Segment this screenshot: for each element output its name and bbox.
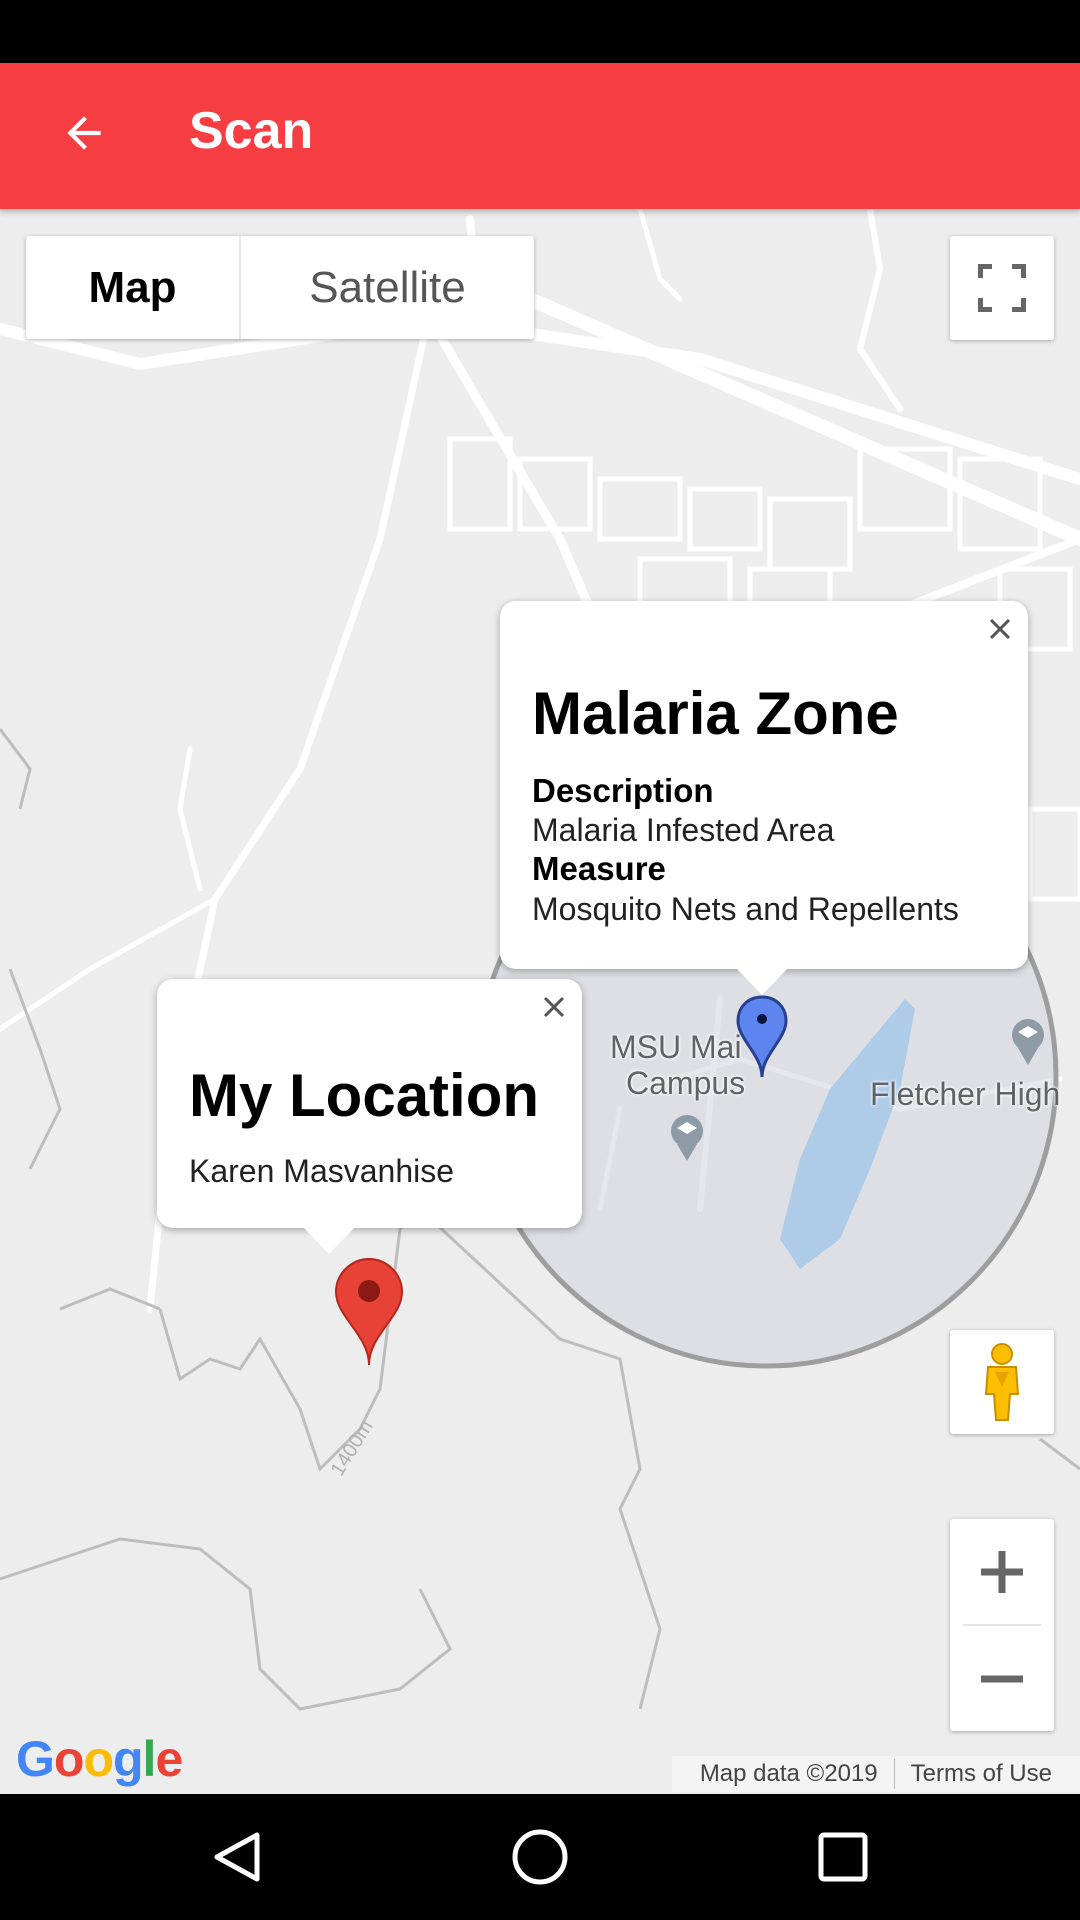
map-attribution: Map data ©2019 Terms of Use bbox=[671, 1756, 1080, 1792]
app-bar: Scan bbox=[0, 63, 1080, 209]
info-window-title: My Location bbox=[189, 1062, 540, 1129]
place-label-school: Fletcher High bbox=[870, 1076, 1061, 1112]
zoom-control bbox=[950, 1519, 1054, 1731]
measure-text: Mosquito Nets and Repellents bbox=[532, 891, 959, 927]
location-name: Karen Masvanhise bbox=[189, 1153, 455, 1189]
status-bar bbox=[0, 0, 1080, 63]
map-view[interactable]: MSU Mai Campus Fletcher High 1400m Map S… bbox=[0, 209, 1080, 1794]
minus-icon bbox=[981, 1675, 1023, 1682]
map-type-satellite-button[interactable]: Satellite bbox=[241, 236, 534, 339]
info-window-malaria-zone: Malaria Zone Description Malaria Infeste… bbox=[500, 601, 1028, 995]
square-recents-icon[interactable] bbox=[808, 1822, 878, 1892]
malaria-zone-marker[interactable] bbox=[736, 995, 788, 1079]
circle-home-icon[interactable] bbox=[505, 1822, 575, 1892]
map-type-control: Map Satellite bbox=[26, 236, 534, 339]
measure-label: Measure bbox=[532, 850, 666, 887]
close-icon[interactable] bbox=[980, 609, 1020, 649]
fullscreen-button[interactable] bbox=[950, 236, 1054, 340]
page-title: Scan bbox=[189, 102, 314, 160]
pegman-icon bbox=[984, 1343, 1020, 1421]
close-icon[interactable] bbox=[534, 987, 574, 1027]
description-label: Description bbox=[532, 772, 714, 809]
fullscreen-icon bbox=[978, 264, 1026, 312]
google-logo: Google bbox=[16, 1731, 183, 1787]
terms-of-use-link[interactable]: Terms of Use bbox=[895, 1760, 1068, 1788]
system-nav-bar bbox=[0, 1794, 1080, 1920]
my-location-marker[interactable] bbox=[334, 1257, 404, 1367]
zoom-out-button[interactable] bbox=[950, 1626, 1054, 1731]
street-view-button[interactable] bbox=[950, 1330, 1054, 1434]
zoom-in-button[interactable] bbox=[950, 1519, 1054, 1624]
info-window-title: Malaria Zone bbox=[532, 680, 899, 747]
map-type-map-button[interactable]: Map bbox=[26, 236, 241, 339]
map-data-text: Map data ©2019 bbox=[699, 1760, 878, 1787]
description-text: Malaria Infested Area bbox=[532, 812, 835, 848]
info-window-my-location: My Location Karen Masvanhise bbox=[157, 979, 582, 1254]
plus-icon bbox=[981, 1550, 1023, 1593]
place-label-campus: MSU Mai Campus bbox=[610, 1029, 746, 1101]
arrow-back-icon[interactable] bbox=[44, 93, 124, 173]
triangle-back-icon[interactable] bbox=[202, 1822, 272, 1892]
